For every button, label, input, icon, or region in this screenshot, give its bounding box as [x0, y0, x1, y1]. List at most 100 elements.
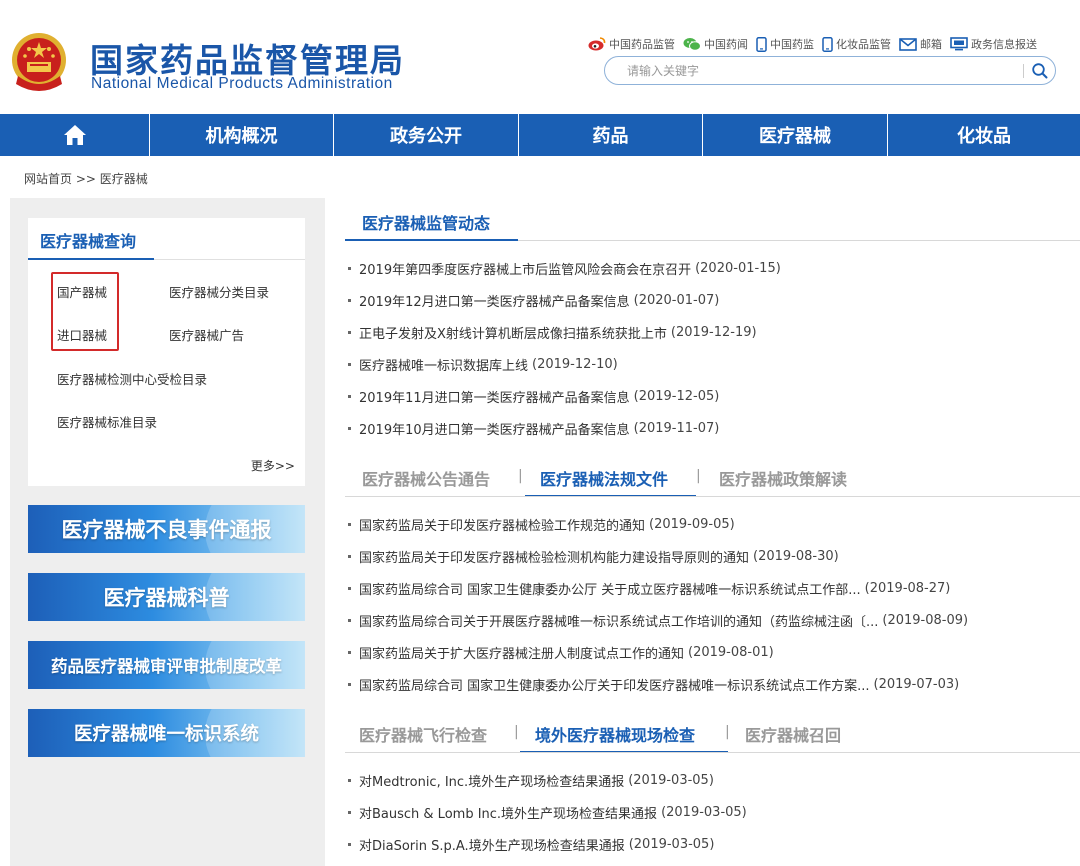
- toplink-app-cosmetics[interactable]: 化妆品监管: [822, 36, 891, 52]
- news-item[interactable]: 2019年11月进口第一类医疗器械产品备案信息 (2019-12-05): [345, 380, 1080, 412]
- news-title: 国家药监局综合司 国家卫生健康委办公厅 关于成立医疗器械唯一标识系统试点工作部.…: [359, 582, 861, 598]
- news-item[interactable]: 对Bausch & Lomb Inc.境外生产现场检查结果通报 (2019-03-…: [345, 796, 1080, 828]
- tab-device-recall[interactable]: 医疗器械召回: [745, 722, 841, 746]
- news-title: 国家药监局关于印发医疗器械检验检测机构能力建设指导原则的通知: [359, 550, 750, 566]
- search-box: [604, 56, 1056, 85]
- section-title-underline: [345, 239, 518, 241]
- bullet-icon: [348, 682, 351, 686]
- nav-item-organization[interactable]: 机构概况: [150, 114, 334, 156]
- link-domestic-devices[interactable]: 国产器械: [57, 282, 107, 301]
- news-date: (2020-01-07): [633, 292, 720, 308]
- section-title-regulatory-news[interactable]: 医疗器械监管动态: [362, 210, 490, 234]
- news-date: (2020-01-15): [695, 260, 781, 276]
- tab-separator: |: [725, 724, 730, 740]
- news-title: 正电子发射及X射线计算机断层成像扫描系统获批上市: [359, 326, 667, 342]
- link-device-advertising[interactable]: 医疗器械广告: [169, 325, 244, 344]
- breadcrumb-home[interactable]: 网站首页: [24, 172, 72, 186]
- news-item[interactable]: 2019年12月进口第一类医疗器械产品备案信息 (2020-01-07): [345, 284, 1080, 316]
- tab-regulation-documents[interactable]: 医疗器械法规文件: [540, 466, 668, 490]
- breadcrumb: 网站首页 >> 医疗器械: [24, 170, 148, 187]
- tab-separator: |: [696, 468, 701, 484]
- query-divider: [154, 259, 305, 260]
- monitor-icon: [950, 37, 968, 51]
- news-item[interactable]: 国家药监局综合司 国家卫生健康委办公厅关于印发医疗器械唯一标识系统试点工作方案.…: [345, 668, 1080, 700]
- news-item[interactable]: 国家药监局关于印发医疗器械检验工作规范的通知 (2019-09-05): [345, 508, 1080, 540]
- news-item[interactable]: 医疗器械唯一标识数据库上线 (2019-12-10): [345, 348, 1080, 380]
- news-title: 2019年10月进口第一类医疗器械产品备案信息: [359, 422, 630, 438]
- news-list-inspections: 对Medtronic, Inc.境外生产现场检查结果通报 (2019-03-05)…: [345, 764, 1080, 860]
- news-date: (2019-03-05): [661, 804, 747, 820]
- news-item[interactable]: 国家药监局关于扩大医疗器械注册人制度试点工作的通知 (2019-08-01): [345, 636, 1080, 668]
- banner-label: 医疗器械不良事件通报: [61, 518, 272, 542]
- more-link[interactable]: 更多>>: [251, 457, 295, 474]
- news-title: 对DiaSorin S.p.A.境外生产现场检查结果通报: [359, 838, 625, 854]
- toplink-weibo[interactable]: 中国药品监管: [588, 36, 675, 52]
- nav-item-medical-devices[interactable]: 医疗器械: [703, 114, 888, 156]
- search-input[interactable]: [627, 61, 1007, 81]
- bullet-icon: [348, 586, 351, 590]
- tab-row-inspections: 医疗器械飞行检查 | 境外医疗器械现场检查 | 医疗器械召回: [345, 716, 1080, 750]
- toplink-label: 中国药闻: [704, 38, 748, 51]
- toplink-label: 政务信息报送: [971, 38, 1037, 51]
- tab-row-regulations: 医疗器械公告通告 | 医疗器械法规文件 | 医疗器械政策解读: [345, 460, 1080, 494]
- nav-home[interactable]: [0, 114, 150, 156]
- top-links: 中国药品监管 中国药闻 中国药监 化妆品监管 邮箱 政务信息报送: [588, 34, 1045, 54]
- news-item[interactable]: 正电子发射及X射线计算机断层成像扫描系统获批上市 (2019-12-19): [345, 316, 1080, 348]
- news-title: 对Bausch & Lomb Inc.境外生产现场检查结果通报: [359, 806, 658, 822]
- news-title: 国家药监局综合司关于开展医疗器械唯一标识系统试点工作培训的通知（药监综械注函〔.…: [359, 614, 879, 630]
- news-item[interactable]: 国家药监局综合司关于开展医疗器械唯一标识系统试点工作培训的通知（药监综械注函〔.…: [345, 604, 1080, 636]
- site-header: 国家药品监督管理局 National Medical Products Admi…: [0, 0, 1080, 114]
- section-divider: [345, 496, 1080, 497]
- banner-science-popularization[interactable]: 医疗器械科普: [28, 573, 305, 621]
- banner-udi-system[interactable]: 医疗器械唯一标识系统: [28, 709, 305, 757]
- tab-overseas-inspection[interactable]: 境外医疗器械现场检查: [535, 722, 695, 746]
- bullet-icon: [348, 330, 351, 334]
- tab-announcements[interactable]: 医疗器械公告通告: [362, 466, 490, 490]
- news-date: (2019-03-05): [628, 772, 714, 788]
- nav-item-government-affairs[interactable]: 政务公开: [334, 114, 519, 156]
- nav-item-drugs[interactable]: 药品: [519, 114, 703, 156]
- search-icon[interactable]: [1031, 62, 1049, 80]
- news-title: 国家药监局综合司 国家卫生健康委办公厅关于印发医疗器械唯一标识系统试点工作方案.…: [359, 678, 870, 694]
- link-imported-devices[interactable]: 进口器械: [57, 325, 107, 344]
- toplink-wechat[interactable]: 中国药闻: [683, 36, 748, 52]
- news-item[interactable]: 国家药监局关于印发医疗器械检验检测机构能力建设指导原则的通知 (2019-08-3…: [345, 540, 1080, 572]
- news-date: (2019-08-09): [882, 612, 969, 628]
- toplink-label: 化妆品监管: [836, 38, 891, 51]
- toplink-app-drug[interactable]: 中国药监: [756, 36, 814, 52]
- bullet-icon: [348, 650, 351, 654]
- link-classification-catalog[interactable]: 医疗器械分类目录: [169, 282, 269, 301]
- tab-policy-interpretation[interactable]: 医疗器械政策解读: [719, 466, 847, 490]
- bullet-icon: [348, 298, 351, 302]
- breadcrumb-current: 医疗器械: [99, 172, 148, 186]
- toplink-mail[interactable]: 邮箱: [899, 36, 942, 52]
- query-title: 医疗器械查询: [40, 232, 137, 251]
- tab-separator: |: [518, 468, 523, 484]
- banner-label: 药品医疗器械审评审批制度改革: [51, 657, 282, 676]
- bullet-icon: [348, 394, 351, 398]
- toplink-label: 邮箱: [920, 38, 942, 51]
- news-item[interactable]: 对DiaSorin S.p.A.境外生产现场检查结果通报 (2019-03-05): [345, 828, 1080, 860]
- banner-label: 医疗器械科普: [103, 586, 230, 610]
- nav-item-cosmetics[interactable]: 化妆品: [888, 114, 1080, 156]
- link-standard-catalog[interactable]: 医疗器械标准目录: [57, 412, 157, 431]
- news-item[interactable]: 2019年第四季度医疗器械上市后监管风险会商会在京召开 (2020-01-15): [345, 252, 1080, 284]
- news-item[interactable]: 对Medtronic, Inc.境外生产现场检查结果通报 (2019-03-05): [345, 764, 1080, 796]
- bullet-icon: [348, 522, 351, 526]
- news-title: 医疗器械唯一标识数据库上线: [359, 358, 529, 374]
- bullet-icon: [348, 618, 351, 622]
- banner-adverse-events[interactable]: 医疗器械不良事件通报: [28, 505, 305, 553]
- toplink-label: 中国药品监管: [609, 38, 675, 51]
- news-date: (2019-08-30): [753, 548, 839, 564]
- toplink-label: 中国药监: [770, 38, 814, 51]
- wechat-icon: [683, 38, 701, 51]
- bullet-icon: [348, 362, 351, 366]
- mobile-icon: [756, 36, 767, 52]
- link-testing-center-catalog[interactable]: 医疗器械检测中心受检目录: [57, 369, 207, 388]
- toplink-report[interactable]: 政务信息报送: [950, 36, 1037, 52]
- banner-review-reform[interactable]: 药品医疗器械审评审批制度改革: [28, 641, 305, 689]
- news-date: (2019-12-19): [670, 324, 757, 340]
- tab-flight-inspection[interactable]: 医疗器械飞行检查: [359, 722, 487, 746]
- news-item[interactable]: 国家药监局综合司 国家卫生健康委办公厅 关于成立医疗器械唯一标识系统试点工作部.…: [345, 572, 1080, 604]
- news-item[interactable]: 2019年10月进口第一类医疗器械产品备案信息 (2019-11-07): [345, 412, 1080, 444]
